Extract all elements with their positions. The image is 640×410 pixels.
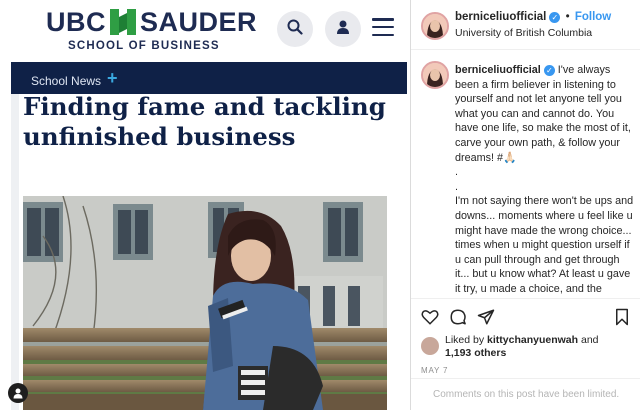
screenshot-frame: UBC SAUDER SCHOOL OF BUSINESS School New…: [0, 0, 640, 410]
header-name-row: berniceliuofficial ✓ • Follow: [455, 11, 611, 23]
hamburger-icon: [372, 18, 394, 21]
follow-button[interactable]: Follow: [575, 11, 611, 23]
post-caption: berniceliuofficial ✓ I've always been a f…: [455, 63, 635, 297]
likes-text: Liked by kittychanyuenwah and 1,193 othe…: [445, 334, 635, 360]
caption-avatar[interactable]: [421, 61, 449, 89]
bookmark-icon[interactable]: [614, 308, 630, 331]
floating-user-icon[interactable]: [8, 383, 28, 403]
comments-limited-notice: Comments on this post have been limited.: [433, 389, 620, 400]
instagram-panel: berniceliuofficial ✓ • Follow University …: [411, 0, 640, 410]
section-nav-bar: School News +: [11, 62, 407, 94]
verified-badge-icon: ✓: [543, 65, 555, 76]
post-header: berniceliuofficial ✓ • Follow University …: [411, 0, 640, 50]
caption-text-1: I've always been a firm believer in list…: [455, 64, 631, 164]
hamburger-icon-bar: [372, 33, 394, 36]
search-icon: [287, 19, 303, 40]
likes-others-link[interactable]: 1,193 others: [445, 347, 506, 359]
comments-area: berniceliuofficial ✓ I've always been a f…: [411, 51, 640, 297]
separator-dot: •: [565, 11, 570, 23]
logo-subtitle: SCHOOL OF BUSINESS: [68, 40, 220, 52]
school-news-tab[interactable]: School News: [31, 74, 101, 88]
caption-text-4: I'm not saying there won't be ups and do…: [455, 195, 634, 295]
verified-badge-icon: ✓: [549, 12, 561, 23]
caption-text-2: .: [455, 166, 458, 179]
expand-plus-icon[interactable]: +: [107, 68, 118, 89]
liked-by-user-link[interactable]: kittychanyuenwah: [487, 334, 578, 346]
caption-username[interactable]: berniceliuofficial: [455, 64, 541, 76]
ubc-sauder-logo[interactable]: UBC SAUDER SCHOOL OF BUSINESS: [46, 7, 257, 52]
account-button[interactable]: [325, 11, 361, 47]
heart-icon[interactable]: [421, 308, 439, 331]
search-button[interactable]: [277, 11, 313, 47]
comment-box: Comments on this post have been limited.: [411, 378, 640, 410]
share-icon[interactable]: [477, 308, 495, 331]
user-icon: [335, 19, 351, 40]
profile-avatar[interactable]: [421, 12, 449, 40]
likes-row: Liked by kittychanyuenwah and 1,193 othe…: [411, 334, 640, 364]
post-actions-bar: [411, 298, 640, 334]
article-photo: [23, 196, 387, 410]
comment-icon[interactable]: [449, 308, 467, 331]
post-date[interactable]: MAY 7: [421, 366, 448, 375]
liker-avatar[interactable]: [421, 337, 439, 355]
page-gutter: [11, 94, 19, 410]
liked-by-and: and: [578, 334, 599, 346]
logo-wordmark: UBC SAUDER: [46, 7, 257, 37]
hamburger-icon-bar: [372, 25, 394, 29]
article-headline: Finding fame and tackling unfinished bus…: [23, 92, 386, 151]
ubc-crest-icon: [110, 9, 136, 35]
logo-ubc-text: UBC: [46, 7, 106, 37]
caption-text-3: .: [455, 180, 458, 193]
caption-first-paragraph: berniceliuofficial ✓ I've always been a f…: [455, 63, 635, 165]
logo-sauder-text: SAUDER: [140, 7, 258, 37]
article-page: UBC SAUDER SCHOOL OF BUSINESS School New…: [0, 0, 410, 410]
location-link[interactable]: University of British Columbia: [455, 27, 592, 39]
hamburger-menu-button[interactable]: [372, 16, 394, 38]
liked-by-prefix: Liked by: [445, 334, 488, 346]
username-link[interactable]: berniceliuofficial: [455, 11, 546, 23]
